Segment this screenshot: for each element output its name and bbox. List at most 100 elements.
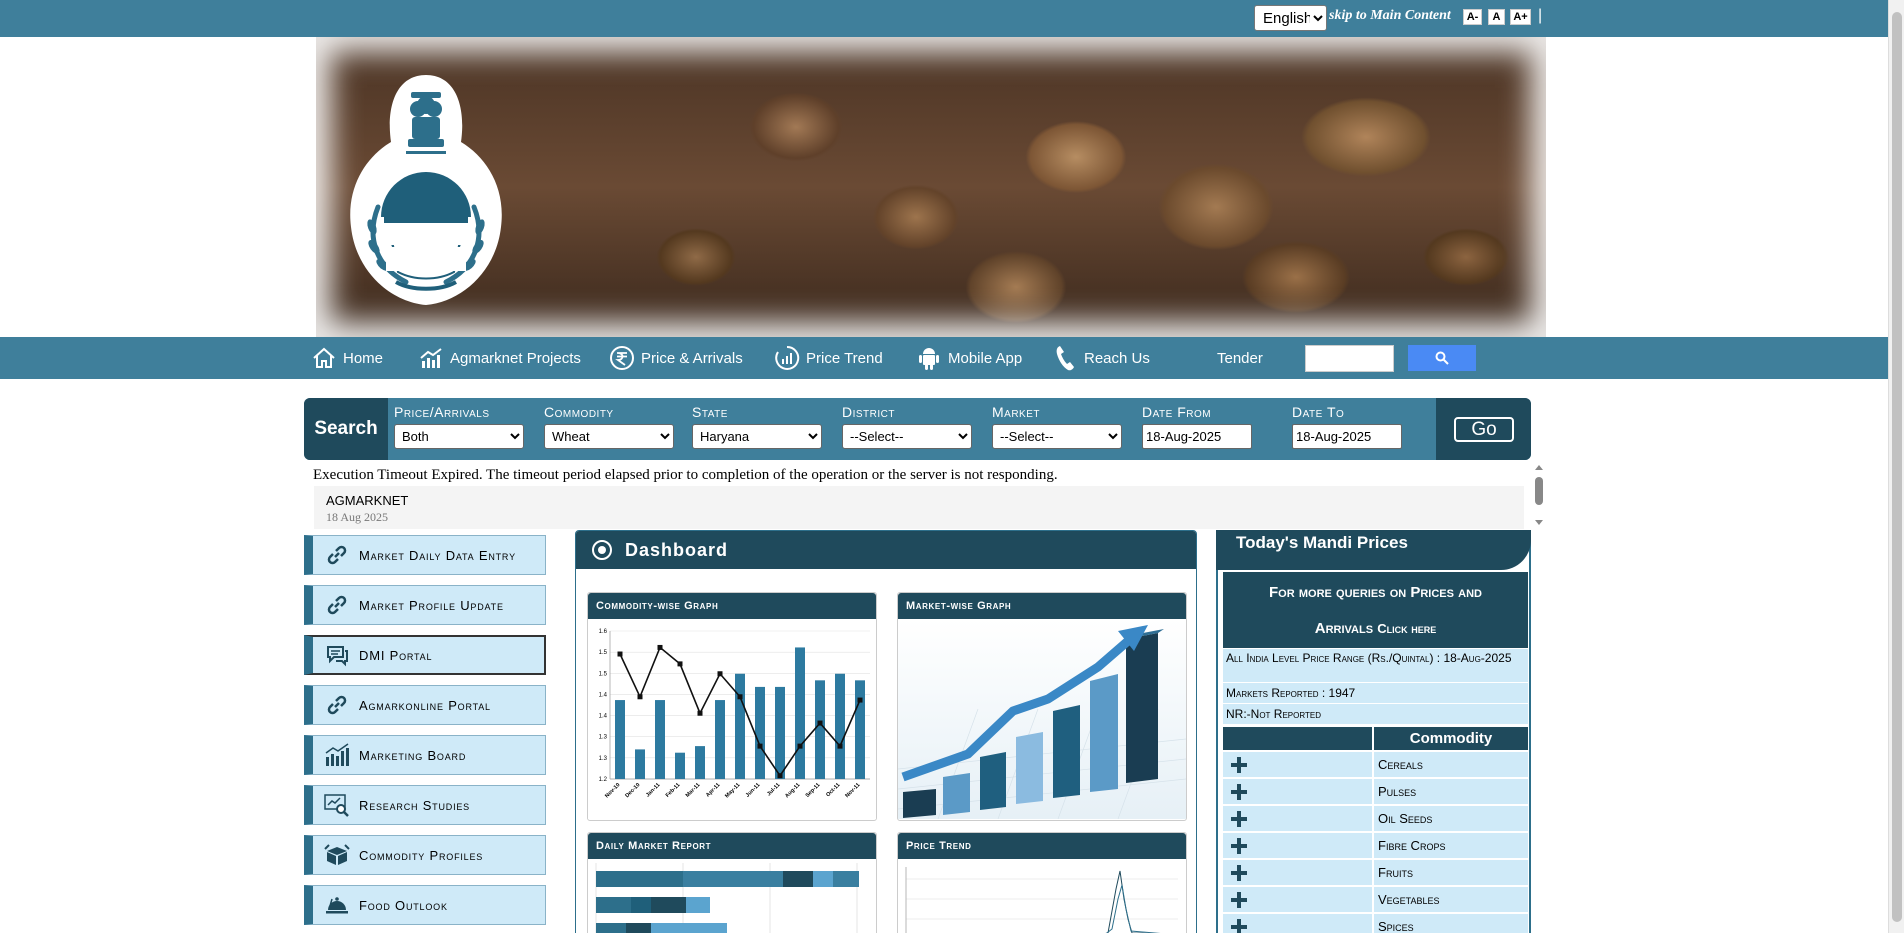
expand-plus-icon[interactable] <box>1229 863 1249 883</box>
menu-dmi-portal[interactable]: DMI Portal <box>304 635 546 675</box>
font-normal-button[interactable]: A <box>1488 9 1505 25</box>
site-search-button[interactable] <box>1408 345 1476 371</box>
box-icon <box>322 840 352 870</box>
commodity-row[interactable]: Cereals <box>1223 752 1528 777</box>
market-select[interactable]: --Select-- <box>992 424 1122 449</box>
chart-ytick-label: 1.3 <box>599 756 608 762</box>
home-icon <box>311 345 337 371</box>
font-decrease-button[interactable]: A- <box>1463 9 1482 25</box>
district-select[interactable]: --Select-- <box>842 424 972 449</box>
bar-circle-icon <box>774 345 800 371</box>
chart-line-point <box>797 743 803 749</box>
more-queries-box[interactable]: For more queries on Prices and Arrivals … <box>1223 572 1528 648</box>
chart-line-point <box>677 661 683 667</box>
price-trend-panel[interactable]: Price Trend <box>897 832 1187 933</box>
menu-commodity-profiles[interactable]: Commodity Profiles <box>304 835 546 875</box>
daily-market-report-chart[interactable] <box>588 859 876 933</box>
expand-plus-icon[interactable] <box>1229 890 1249 910</box>
page-scrollbar[interactable] <box>1888 0 1904 933</box>
price-trend-chart[interactable] <box>898 859 1186 933</box>
commodity-select[interactable]: Wheat <box>544 424 674 449</box>
chart-line-point <box>837 743 843 749</box>
todays-mandi-prices-panel: Today's Mandi Prices For more queries on… <box>1216 530 1531 933</box>
link-icon <box>322 540 352 570</box>
date-from-field: Date From <box>1142 404 1252 449</box>
menu-marketing-board[interactable]: Marketing Board <box>304 735 546 775</box>
commodity-graph-panel[interactable]: Commodity-wise Graph 1.6 1.5 1.5 1.4 1.4 1.3 1… <box>587 592 877 821</box>
click-here-link[interactable]: Click here <box>1377 621 1436 636</box>
scroll-down-icon <box>1535 520 1543 525</box>
commodity-graph-chart[interactable]: 1.61.51.51.41.41.31.31.2Nov-10 Dec-10 Jan-… <box>588 619 876 819</box>
commodity-table-header: Commodity <box>1223 727 1528 750</box>
error-message: Execution Timeout Expired. The timeout p… <box>313 467 1058 483</box>
language-select[interactable]: English <box>1254 5 1327 31</box>
dashboard-header: Dashboard <box>576 531 1196 569</box>
commodity-row[interactable]: Oil Seeds <box>1223 806 1528 831</box>
market-graph-title: Market-wise Graph <box>898 593 1186 619</box>
page-scroll-thumb[interactable] <box>1892 12 1902 922</box>
market-graph-image[interactable] <box>898 619 1186 819</box>
commodity-name: Cereals <box>1374 752 1528 777</box>
search-icon <box>1435 351 1449 365</box>
chart-line-point <box>617 651 623 657</box>
date-to-input[interactable] <box>1292 424 1402 449</box>
expand-plus-icon[interactable] <box>1229 836 1249 856</box>
go-button[interactable]: Go <box>1454 417 1514 442</box>
font-increase-button[interactable]: A+ <box>1510 9 1531 25</box>
commodity-row[interactable]: Fibre Crops <box>1223 833 1528 858</box>
menu-agmarkonline-portal[interactable]: Agmarkonline Portal <box>304 685 546 725</box>
link-icon <box>322 590 352 620</box>
date-from-input[interactable] <box>1142 424 1252 449</box>
separator: | <box>1538 7 1543 24</box>
bar-chart-icon <box>322 740 352 770</box>
menu-market-daily-data-entry[interactable]: Market Daily Data Entry <box>304 535 546 575</box>
news-ticker: AGMARKNET 18 Aug 2025 <box>314 486 1524 529</box>
price-arrivals-select[interactable]: Both <box>394 424 524 449</box>
link-icon <box>322 690 352 720</box>
chart-bar <box>775 686 785 779</box>
commodity-name: Spices <box>1374 914 1528 933</box>
commodity-row[interactable]: Spices <box>1223 914 1528 933</box>
nav-agmarknet-projects[interactable]: Agmarknet Projects <box>418 337 581 379</box>
nav-price-arrivals[interactable]: Price & Arrivals <box>609 337 743 379</box>
site-search-input[interactable] <box>1305 345 1394 372</box>
rupee-icon <box>609 345 635 371</box>
nav-reach-us[interactable]: Reach Us <box>1052 337 1150 379</box>
commodity-row[interactable]: Fruits <box>1223 860 1528 885</box>
not-reported-row: NR:-Not Reported <box>1223 704 1528 725</box>
menu-food-outlook[interactable]: Food Outlook <box>304 885 546 925</box>
nav-price-trend[interactable]: Price Trend <box>774 337 883 379</box>
main-navigation: Home Agmarknet Projects Price & Arrivals… <box>0 337 1888 379</box>
chart-line-point <box>717 671 723 677</box>
chat-icon <box>322 640 352 670</box>
expand-plus-icon[interactable] <box>1229 755 1249 775</box>
chart-line-point <box>657 644 663 650</box>
menu-research-studies[interactable]: Research Studies <box>304 785 546 825</box>
chart-ytick-label: 1.4 <box>599 714 608 720</box>
agmarknet-logo[interactable] <box>336 67 516 317</box>
state-select[interactable]: Haryana <box>692 424 822 449</box>
nav-home[interactable]: Home <box>311 337 383 379</box>
chart-ytick-label: 1.3 <box>599 735 608 741</box>
daily-market-report-panel[interactable]: Daily Market Report <box>587 832 877 933</box>
district-field: District --Select-- <box>842 404 972 449</box>
expand-plus-icon[interactable] <box>1229 782 1249 802</box>
skip-to-main-link[interactable]: skip to Main Content <box>1329 8 1451 24</box>
chart-bar <box>815 680 825 779</box>
expand-plus-icon[interactable] <box>1229 809 1249 829</box>
commodity-row[interactable]: Vegetables <box>1223 887 1528 912</box>
nav-tender[interactable]: Tender <box>1217 337 1263 379</box>
nav-mobile-app[interactable]: Mobile App <box>916 337 1022 379</box>
news-scrollbar[interactable] <box>1532 462 1546 528</box>
news-title[interactable]: AGMARKNET <box>326 493 408 508</box>
target-icon <box>592 540 612 560</box>
commodity-row[interactable]: Pulses <box>1223 779 1528 804</box>
expand-plus-icon[interactable] <box>1229 917 1249 933</box>
search-label: Search <box>304 398 388 460</box>
mandi-title: Today's Mandi Prices <box>1216 530 1531 570</box>
chart-bar <box>755 686 765 779</box>
market-graph-panel[interactable]: Market-wise Graph <box>897 592 1187 821</box>
menu-market-profile-update[interactable]: Market Profile Update <box>304 585 546 625</box>
commodity-name: Vegetables <box>1374 887 1528 912</box>
chart-line-point <box>777 773 783 779</box>
